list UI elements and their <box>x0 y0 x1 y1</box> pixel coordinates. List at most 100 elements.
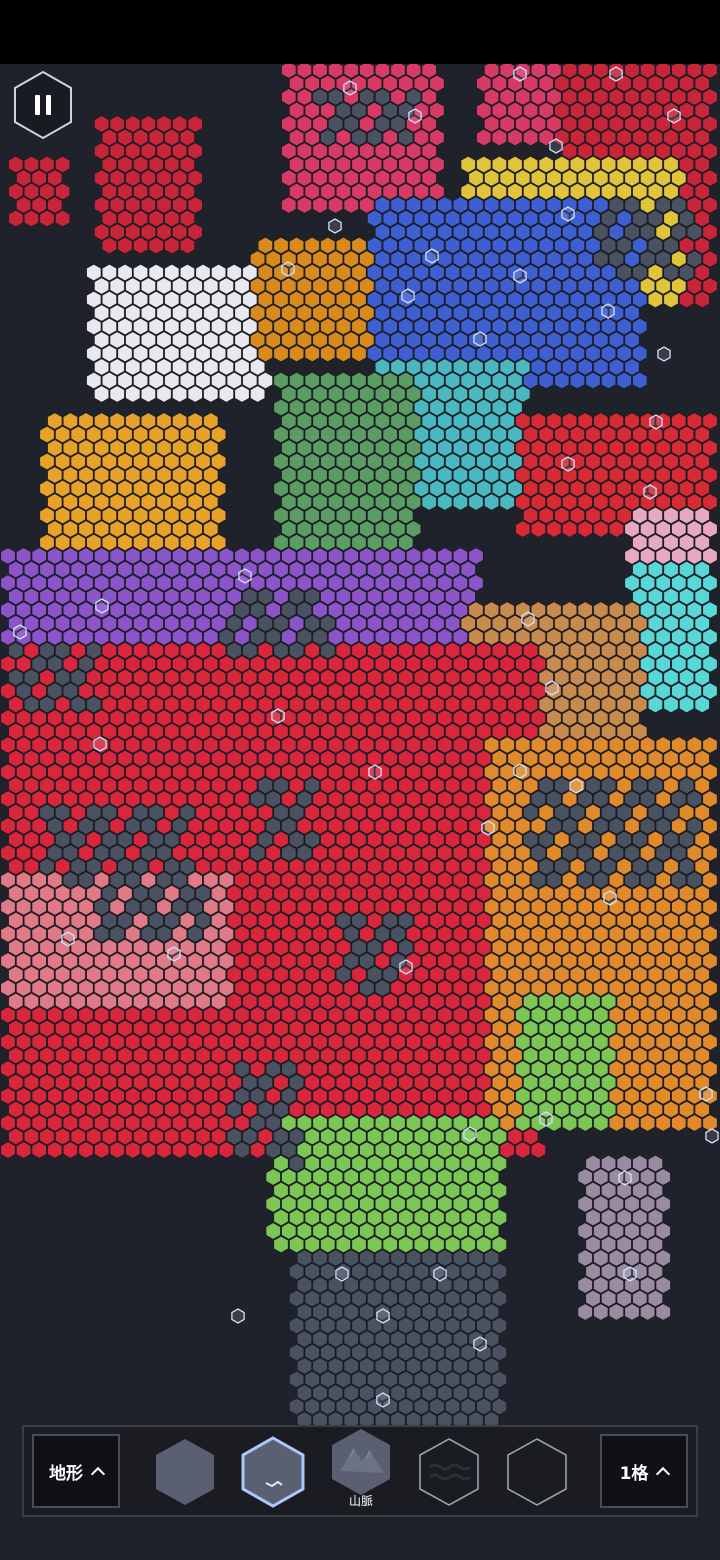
map-hex-tile[interactable] <box>554 479 570 498</box>
map-hex-tile[interactable] <box>327 1033 344 1051</box>
map-hex-tile[interactable] <box>101 1073 118 1092</box>
map-hex-tile[interactable] <box>101 1019 118 1038</box>
map-hex-tile[interactable] <box>382 560 398 579</box>
map-hex-tile[interactable] <box>421 412 437 430</box>
map-hex-tile[interactable] <box>437 871 453 889</box>
map-hex-tile[interactable] <box>70 776 86 795</box>
map-hex-tile[interactable] <box>515 952 531 970</box>
map-hex-tile[interactable] <box>320 1181 336 1200</box>
map-hex-tile[interactable] <box>351 722 367 741</box>
map-hex-tile[interactable] <box>686 682 703 700</box>
map-hex-tile[interactable] <box>476 722 492 741</box>
map-hex-tile[interactable] <box>156 790 172 808</box>
map-hex-tile[interactable] <box>288 371 305 390</box>
map-hex-tile[interactable] <box>117 965 133 984</box>
map-hex-tile[interactable] <box>304 1289 320 1308</box>
map-hex-tile[interactable] <box>320 236 336 255</box>
map-hex-tile[interactable] <box>343 817 359 835</box>
city-marker[interactable] <box>343 80 357 96</box>
map-hex-tile[interactable] <box>702 655 718 673</box>
map-hex-tile[interactable] <box>491 317 508 336</box>
map-hex-tile[interactable] <box>468 223 484 241</box>
map-hex-tile[interactable] <box>335 263 352 282</box>
map-hex-tile[interactable] <box>444 965 461 984</box>
map-hex-tile[interactable] <box>343 169 359 187</box>
map-hex-tile[interactable] <box>585 938 601 957</box>
map-hex-tile[interactable] <box>109 223 125 241</box>
map-hex-tile[interactable] <box>546 601 562 619</box>
map-hex-tile[interactable] <box>460 803 476 822</box>
map-hex-tile[interactable] <box>452 601 469 619</box>
map-hex-tile[interactable] <box>600 749 617 768</box>
map-hex-tile[interactable] <box>15 655 32 673</box>
map-hex-tile[interactable] <box>686 655 703 673</box>
map-hex-tile[interactable] <box>327 1114 344 1132</box>
map-hex-tile[interactable] <box>671 1033 687 1051</box>
map-hex-tile[interactable] <box>554 992 570 1011</box>
map-hex-tile[interactable] <box>437 1060 453 1078</box>
map-hex-tile[interactable] <box>390 142 406 160</box>
map-hex-tile[interactable] <box>296 655 313 673</box>
map-hex-tile[interactable] <box>257 938 274 957</box>
map-hex-tile[interactable] <box>31 871 47 889</box>
map-hex-tile[interactable] <box>585 857 601 876</box>
map-hex-tile[interactable] <box>398 74 414 93</box>
map-hex-tile[interactable] <box>398 425 414 444</box>
map-hex-tile[interactable] <box>468 358 484 376</box>
map-hex-tile[interactable] <box>515 304 531 322</box>
map-hex-tile[interactable] <box>678 1073 695 1092</box>
map-hex-tile[interactable] <box>390 1060 406 1078</box>
map-hex-tile[interactable] <box>70 722 86 741</box>
map-hex-tile[interactable] <box>405 358 422 376</box>
map-hex-tile[interactable] <box>421 493 437 511</box>
map-hex-tile[interactable] <box>187 331 203 349</box>
map-hex-tile[interactable] <box>663 857 679 876</box>
map-hex-tile[interactable] <box>218 763 235 781</box>
map-hex-tile[interactable] <box>546 871 562 889</box>
map-hex-tile[interactable] <box>125 682 141 700</box>
map-hex-tile[interactable] <box>585 209 601 228</box>
map-hex-tile[interactable] <box>0 844 16 862</box>
map-hex-tile[interactable] <box>413 938 430 957</box>
map-hex-tile[interactable] <box>374 250 391 268</box>
map-hex-tile[interactable] <box>327 682 344 700</box>
map-hex-tile[interactable] <box>359 952 375 970</box>
map-hex-tile[interactable] <box>655 250 671 268</box>
map-hex-tile[interactable] <box>320 425 336 444</box>
map-hex-tile[interactable] <box>647 1154 664 1173</box>
map-hex-tile[interactable] <box>359 547 375 565</box>
map-hex-tile[interactable] <box>265 1114 281 1132</box>
map-hex-tile[interactable] <box>8 965 24 984</box>
map-hex-tile[interactable] <box>101 344 118 363</box>
map-hex-tile[interactable] <box>15 898 32 916</box>
map-hex-tile[interactable] <box>327 1060 344 1078</box>
map-hex-tile[interactable] <box>702 169 718 187</box>
map-hex-tile[interactable] <box>320 290 336 309</box>
map-hex-tile[interactable] <box>585 182 601 201</box>
map-hex-tile[interactable] <box>452 1384 469 1402</box>
map-hex-tile[interactable] <box>624 979 640 997</box>
map-hex-tile[interactable] <box>351 1046 367 1065</box>
map-hex-tile[interactable] <box>312 1303 328 1321</box>
map-hex-tile[interactable] <box>39 749 55 768</box>
map-hex-tile[interactable] <box>187 1087 203 1105</box>
map-hex-tile[interactable] <box>304 506 320 525</box>
map-hex-tile[interactable] <box>86 938 102 957</box>
map-hex-tile[interactable] <box>390 601 406 619</box>
map-hex-tile[interactable] <box>218 1033 235 1051</box>
map-hex-tile[interactable] <box>499 493 515 511</box>
map-hex-tile[interactable] <box>655 925 671 943</box>
map-hex-tile[interactable] <box>54 452 71 471</box>
map-hex-tile[interactable] <box>444 425 461 444</box>
map-hex-tile[interactable] <box>460 1289 476 1308</box>
map-hex-tile[interactable] <box>39 1019 55 1038</box>
map-hex-tile[interactable] <box>390 1249 406 1267</box>
map-hex-tile[interactable] <box>312 709 328 727</box>
map-hex-tile[interactable] <box>164 236 180 255</box>
map-hex-tile[interactable] <box>132 965 149 984</box>
map-hex-tile[interactable] <box>47 574 63 592</box>
map-hex-tile[interactable] <box>351 1019 367 1038</box>
map-hex-tile[interactable] <box>639 520 656 538</box>
map-hex-tile[interactable] <box>86 668 102 687</box>
map-hex-tile[interactable] <box>499 358 515 376</box>
